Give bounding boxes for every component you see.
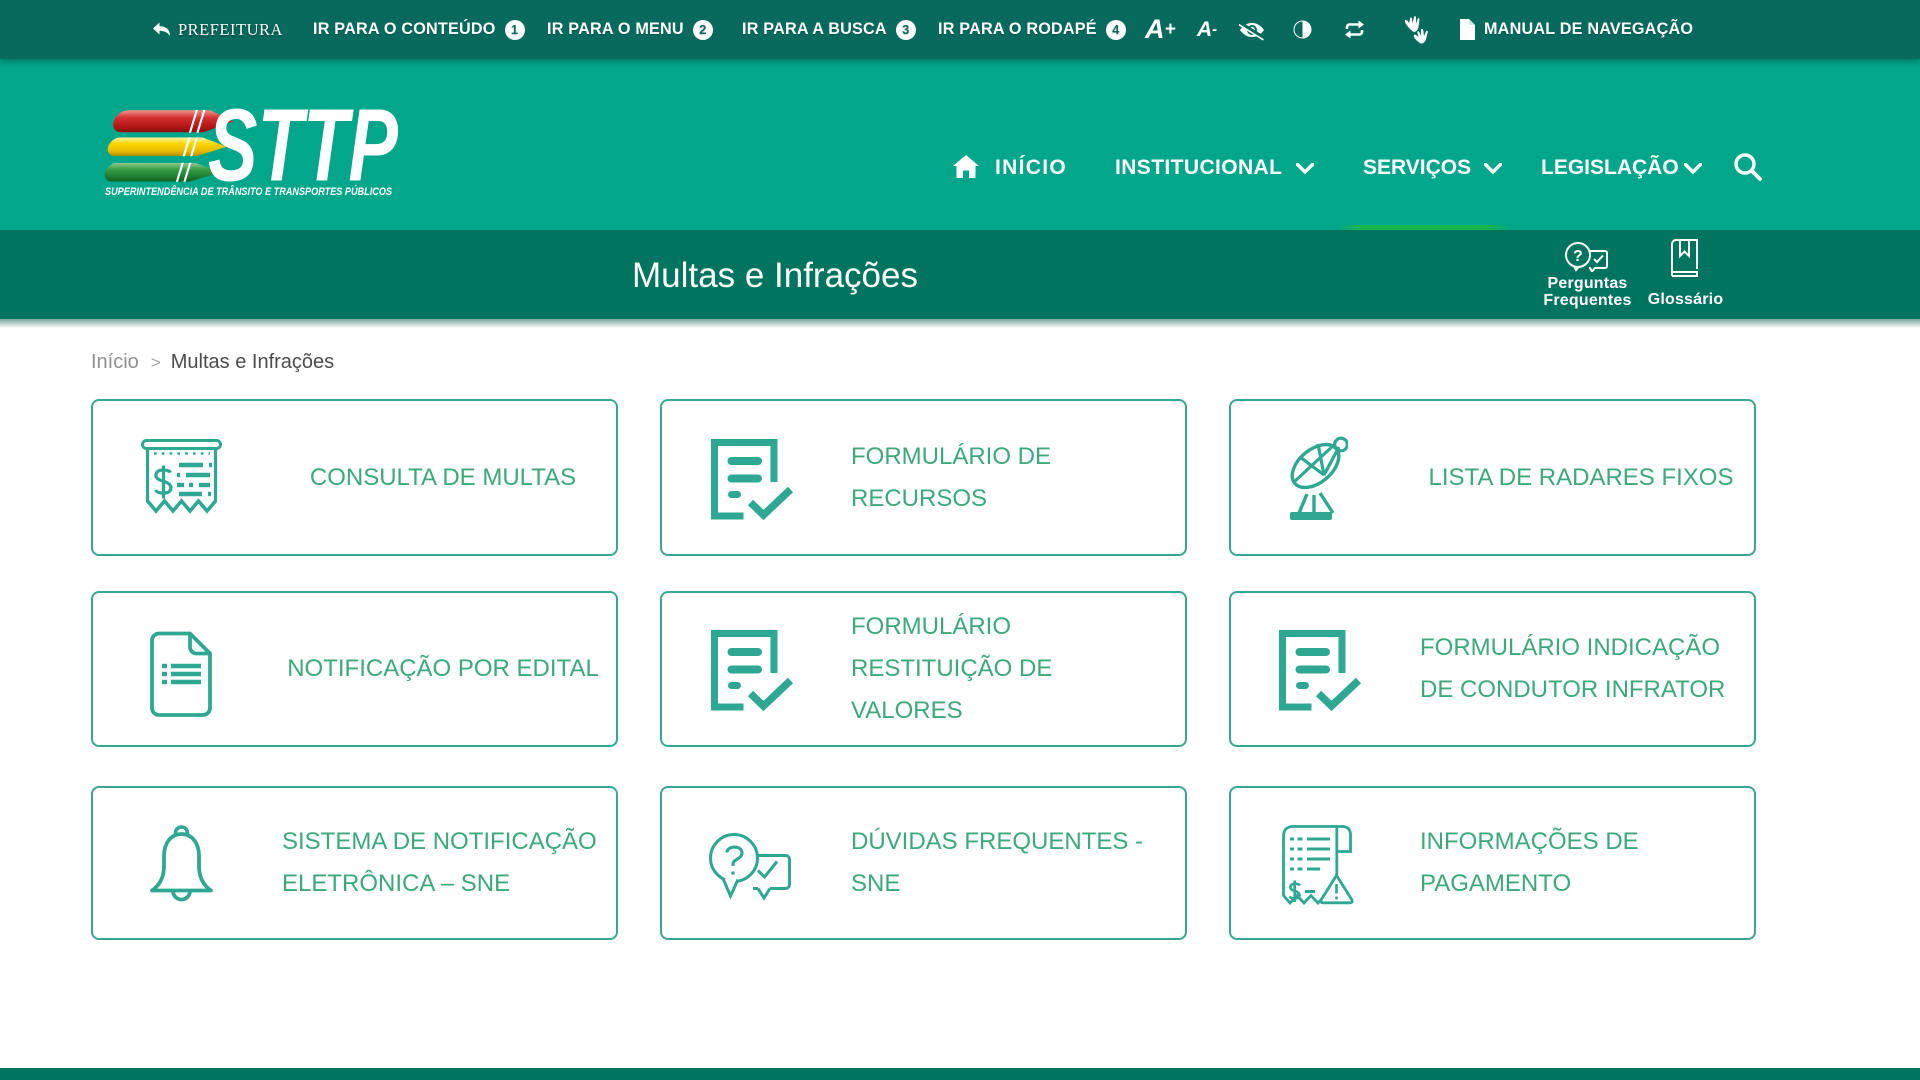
svg-text:SUPERINTENDÊNCIA DE TRÂNSITO E: SUPERINTENDÊNCIA DE TRÂNSITO E TRANSPORT… bbox=[105, 185, 393, 198]
svg-text:?: ? bbox=[1573, 248, 1583, 265]
